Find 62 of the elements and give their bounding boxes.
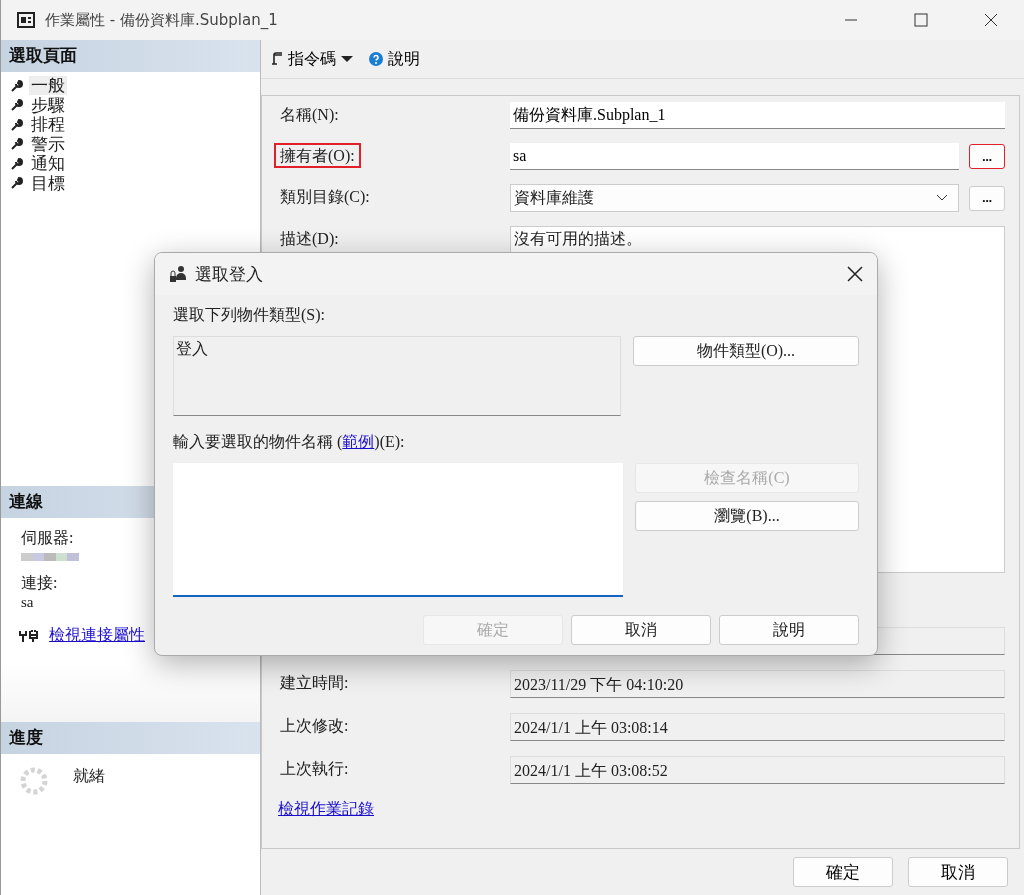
server-label: 伺服器:: [21, 528, 75, 548]
help-icon: [369, 52, 383, 66]
page-list-item[interactable]: 步驟: [29, 95, 67, 115]
wrench-icon: [11, 157, 23, 170]
dialog-side-button[interactable]: 瀏覽(B)...: [635, 501, 859, 531]
status-text: 就緒: [73, 766, 105, 786]
view-history-link[interactable]: 檢視作業記錄: [278, 799, 374, 820]
script-icon: [271, 52, 283, 66]
user-lock-icon: [169, 265, 187, 283]
section-header: 選取頁面: [1, 40, 260, 72]
field-label: 建立時間:: [279, 673, 350, 693]
dialog-button[interactable]: 取消: [571, 615, 711, 645]
connection-value: sa: [21, 594, 35, 611]
field-label: 擁有者(O):: [274, 143, 361, 168]
wrench-icon: [11, 79, 23, 92]
wrench-icon: [11, 177, 23, 190]
browse-button[interactable]: ...: [969, 185, 1005, 211]
spinner-icon: [19, 766, 49, 796]
text-field[interactable]: 備份資料庫.Subplan_1: [510, 102, 1005, 129]
category-dropdown[interactable]: 資料庫維護: [510, 184, 959, 212]
field-label: 名稱(N):: [279, 105, 340, 126]
object-names-label: 輸入要選取的物件名稱 (範例)(E):: [173, 432, 406, 453]
wrench-icon: [11, 118, 23, 131]
close-icon[interactable]: [984, 13, 998, 27]
field-label: 描述(D):: [279, 229, 340, 250]
examples-link[interactable]: 範例: [342, 433, 375, 450]
page-list-item[interactable]: 警示: [29, 134, 67, 154]
dialog-button[interactable]: 取消: [908, 857, 1008, 887]
window-title: 作業屬性 - 備份資料庫.Subplan_1: [45, 10, 278, 30]
readonly-field: 2024/1/1 上午 03:08:14: [510, 713, 1005, 741]
readonly-field: 2023/11/29 下午 04:10:20: [510, 670, 1005, 698]
wrench-icon: [11, 99, 23, 112]
dropdown-arrow-icon: [341, 55, 353, 63]
maximize-icon[interactable]: [914, 13, 928, 27]
readonly-field: 2024/1/1 上午 03:08:52: [510, 756, 1005, 784]
chevron-down-icon: [936, 194, 948, 202]
browse-button[interactable]: ...: [969, 144, 1005, 169]
text-field[interactable]: sa: [510, 143, 959, 170]
close-icon[interactable]: [847, 266, 863, 282]
dialog-title: 選取登入: [195, 263, 263, 286]
section-header: 進度: [1, 722, 260, 754]
dialog-button[interactable]: 確定: [793, 857, 893, 887]
page-list-item[interactable]: 一般: [29, 76, 67, 96]
window-icon: [17, 12, 35, 28]
view-connection-link[interactable]: 檢視連接屬性: [49, 625, 145, 646]
field-label: 上次執行:: [279, 759, 350, 779]
plug-icon: [19, 628, 39, 643]
field-label: 上次修改:: [279, 716, 350, 736]
help-button[interactable]: 說明: [365, 46, 424, 72]
script-button[interactable]: 指令碼: [267, 46, 357, 72]
dialog-button[interactable]: 說明: [719, 615, 859, 645]
object-types-field: 登入: [173, 336, 621, 416]
object-names-field[interactable]: [173, 463, 623, 597]
connection-label: 連接:: [21, 573, 59, 593]
redacted-block: [21, 553, 79, 561]
page-list-item[interactable]: 排程: [29, 115, 67, 135]
object-types-label: 選取下列物件類型(S):: [173, 305, 326, 326]
field-label: 類別目錄(C):: [279, 187, 371, 208]
wrench-icon: [11, 138, 23, 151]
object-types-button[interactable]: 物件類型(O)...: [633, 336, 859, 366]
page-list-item[interactable]: 目標: [29, 173, 67, 193]
page-list-item[interactable]: 通知: [29, 154, 67, 174]
